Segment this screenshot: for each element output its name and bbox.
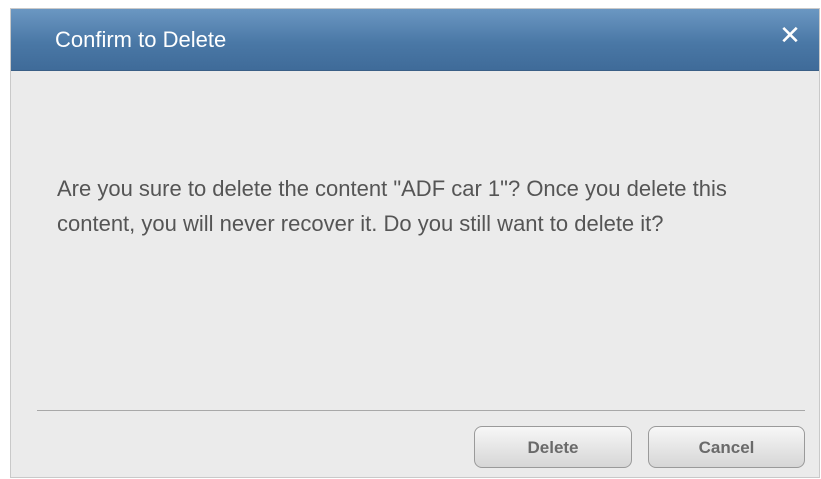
close-icon[interactable]: ✕	[777, 23, 803, 49]
footer-divider	[37, 410, 805, 411]
cancel-button[interactable]: Cancel	[648, 426, 805, 468]
confirm-delete-dialog: Confirm to Delete ✕ Are you sure to dele…	[10, 8, 820, 478]
delete-button[interactable]: Delete	[474, 426, 632, 468]
confirmation-message: Are you sure to delete the content "ADF …	[57, 176, 727, 236]
dialog-titlebar: Confirm to Delete ✕	[11, 9, 819, 71]
dialog-title: Confirm to Delete	[55, 27, 227, 52]
